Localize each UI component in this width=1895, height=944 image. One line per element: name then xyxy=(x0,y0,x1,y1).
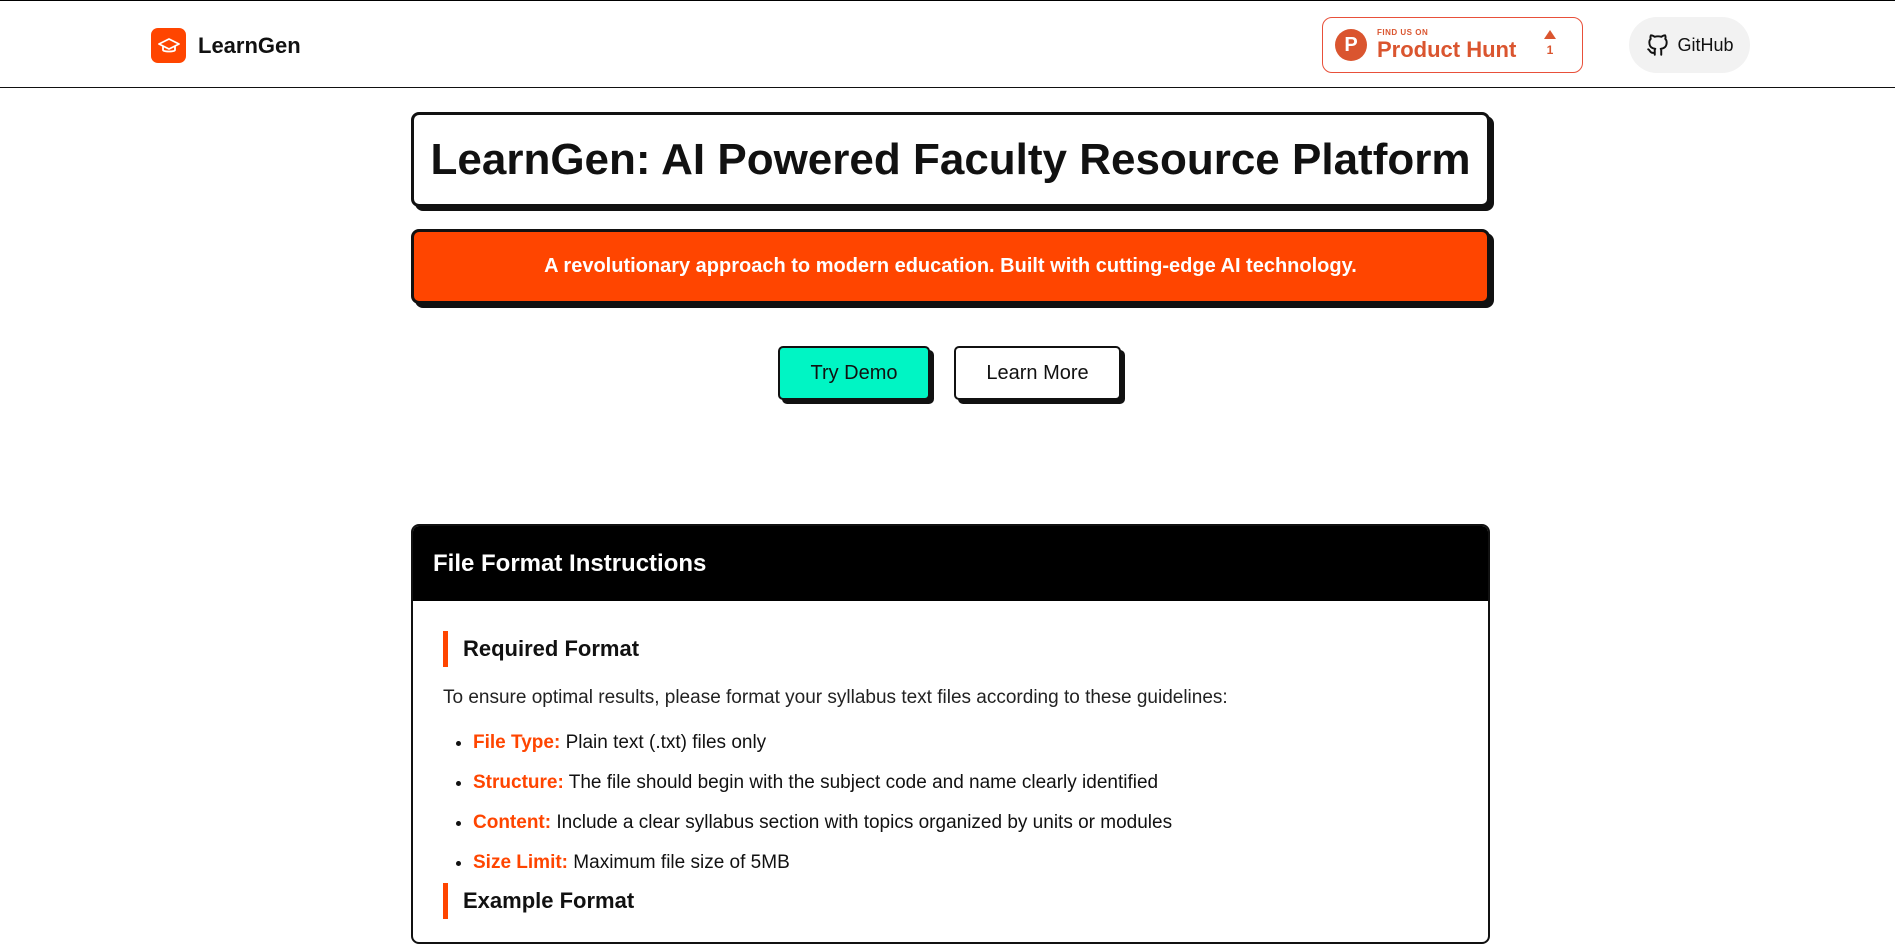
example-format-title: Example Format xyxy=(443,883,1458,919)
card-body: Required Format To ensure optimal result… xyxy=(413,601,1488,919)
github-label: GitHub xyxy=(1677,34,1734,55)
hero-title-box: LearnGen: AI Powered Faculty Resource Pl… xyxy=(411,112,1490,207)
product-hunt-votes: 1 xyxy=(1544,30,1556,56)
brand[interactable]: LearnGen xyxy=(151,28,301,63)
requirements-list: File Type: Plain text (.txt) files only … xyxy=(443,723,1458,883)
upvote-arrow-icon xyxy=(1544,30,1556,39)
tagline-text: A revolutionary approach to modern educa… xyxy=(544,255,1357,277)
top-navbar: LearnGen P FIND US ON Product Hunt 1 Git… xyxy=(0,1,1895,88)
product-hunt-small-label: FIND US ON xyxy=(1377,28,1429,37)
tagline-banner: A revolutionary approach to modern educa… xyxy=(411,229,1490,304)
product-hunt-icon: P xyxy=(1335,29,1367,61)
learn-more-button[interactable]: Learn More xyxy=(954,346,1121,400)
list-item: Size Limit: Maximum file size of 5MB xyxy=(473,843,1458,883)
brand-name: LearnGen xyxy=(198,32,301,58)
vote-count: 1 xyxy=(1546,43,1554,57)
graduation-cap-icon xyxy=(151,28,186,63)
list-item: Structure: The file should begin with th… xyxy=(473,763,1458,803)
page-title: LearnGen: AI Powered Faculty Resource Pl… xyxy=(430,134,1471,184)
product-hunt-badge[interactable]: P FIND US ON Product Hunt 1 xyxy=(1322,17,1583,73)
github-button[interactable]: GitHub xyxy=(1629,17,1750,73)
github-icon xyxy=(1647,34,1669,56)
list-item: Content: Include a clear syllabus sectio… xyxy=(473,803,1458,843)
instructions-intro: To ensure optimal results, please format… xyxy=(443,687,1228,708)
file-format-instructions-card: File Format Instructions Required Format… xyxy=(411,524,1490,944)
hero-buttons: Try Demo Learn More xyxy=(0,346,1895,402)
required-format-title: Required Format xyxy=(443,631,1458,667)
product-hunt-label: Product Hunt xyxy=(1377,37,1517,62)
card-header: File Format Instructions xyxy=(413,526,1488,601)
try-demo-button[interactable]: Try Demo xyxy=(778,346,930,400)
list-item: File Type: Plain text (.txt) files only xyxy=(473,723,1458,763)
